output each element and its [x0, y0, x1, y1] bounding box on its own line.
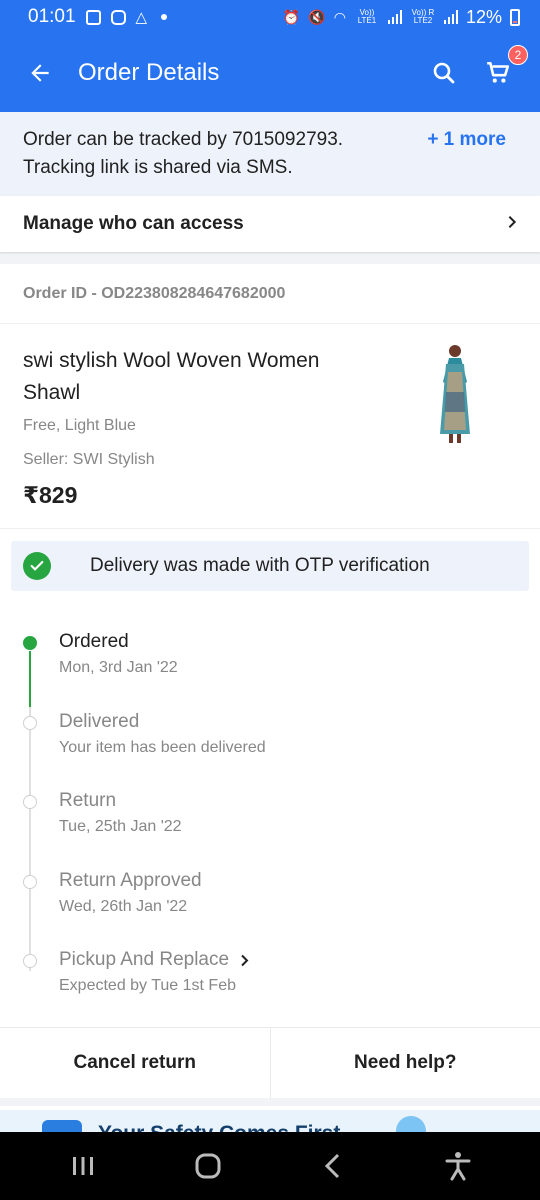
status-time: 01:01 [28, 6, 76, 27]
search-icon [433, 62, 455, 84]
chevron-right-icon [241, 954, 249, 966]
battery-icon [510, 8, 520, 26]
battery-percent: 12% [465, 6, 502, 27]
tracking-message: Order can be tracked by 7015092793. Trac… [23, 129, 344, 178]
safety-banner[interactable]: Your Safety Comes First [0, 1106, 540, 1132]
back-button[interactable] [0, 34, 80, 112]
need-help-button[interactable]: Need help? [269, 1028, 540, 1098]
app-bar: Order Details 2 [0, 34, 540, 112]
step-subtitle: Tue, 25th Jan '22 [59, 818, 182, 835]
product-summary[interactable]: swi stylish Wool Woven Women Shawl Free,… [0, 324, 540, 529]
step-subtitle: Your item has been delivered [59, 738, 266, 756]
order-timeline: Ordered Mon, 3rd Jan '22 Delivered Your … [0, 591, 540, 1027]
order-actions: Cancel return Need help? [0, 1027, 540, 1098]
page-title: Order Details [78, 59, 220, 86]
more-contacts-link[interactable]: + 1 more [427, 126, 518, 196]
mute-icon: 🔇 [308, 8, 326, 25]
manage-access-label: Manage who can access [23, 213, 244, 234]
product-image [440, 345, 470, 443]
network-1-label: Vo)) LTE1 [357, 8, 377, 25]
step-title: Delivered [59, 710, 140, 732]
chevron-left-icon [324, 1153, 339, 1179]
step-subtitle: Mon, 3rd Jan '22 [59, 659, 178, 676]
product-name: swi stylish Wool Woven Women Shawl [23, 349, 320, 404]
recent-apps-icon [72, 1157, 93, 1175]
step-dot [23, 954, 37, 968]
product-seller: Seller: SWI Stylish [23, 451, 155, 468]
cart-icon [487, 61, 510, 83]
status-bar: 01:01 △ ⏰ 🔇 ◠ Vo)) LTE1 Vo)) R LTE2 12% [0, 0, 540, 34]
step-subtitle: Wed, 26th Jan '22 [59, 897, 188, 915]
order-id: Order ID - OD223808284647682000 [0, 264, 540, 324]
arrow-left-icon [31, 64, 49, 82]
otp-verification-banner: Delivery was made with OTP verification [11, 541, 529, 591]
tracking-banner: Order can be tracked by 7015092793. Trac… [0, 112, 540, 196]
timeline-step: Return Tue, 25th Jan '22 [0, 790, 540, 870]
step-dot [23, 636, 37, 650]
system-back-button[interactable] [303, 1136, 363, 1196]
step-title: Return [59, 790, 117, 811]
timeline-step-pickup[interactable]: Pickup And Replace Expected by Tue 1st F… [0, 949, 540, 1029]
more-notifications-icon [161, 14, 168, 20]
step-dot [23, 874, 37, 889]
timeline-step: Ordered Mon, 3rd Jan '22 [0, 631, 540, 711]
check-circle-icon [23, 552, 51, 580]
step-subtitle: Expected by Tue 1st Feb [59, 977, 236, 994]
step-title: Return Approved [59, 869, 202, 891]
manage-access-row[interactable]: Manage who can access [0, 196, 540, 252]
chevron-right-icon [504, 214, 520, 235]
step-title: Ordered [59, 631, 129, 652]
system-nav-bar [0, 1132, 540, 1200]
step-dot [23, 715, 37, 730]
alarm-icon: ⏰ [282, 8, 301, 25]
timeline-step: Delivered Your item has been delivered [0, 711, 540, 791]
cart-button[interactable]: 2 [482, 45, 528, 89]
accessibility-button[interactable] [428, 1136, 488, 1196]
shield-icon [42, 1120, 82, 1132]
product-price: ₹829 [23, 482, 78, 508]
safety-title: Your Safety Comes First [98, 1122, 340, 1132]
timeline-step: Return Approved Wed, 26th Jan '22 [0, 870, 540, 950]
cancel-return-button[interactable]: Cancel return [0, 1028, 270, 1098]
network-2-label: Vo)) R LTE2 [411, 8, 435, 25]
home-icon [195, 1153, 220, 1179]
drive-notification-icon: △ [135, 9, 148, 26]
step-title: Pickup And Replace [59, 949, 230, 970]
otp-message: Delivery was made with OTP verification [90, 555, 430, 576]
home-button[interactable] [178, 1136, 238, 1196]
signal-1-icon [387, 10, 402, 24]
step-dot [23, 795, 37, 809]
sun-icon [396, 1116, 427, 1132]
gallery-notification-icon [85, 9, 101, 25]
signal-2-icon [443, 10, 458, 24]
wifi-icon: ◠ [333, 8, 346, 25]
accessibility-icon [445, 1152, 470, 1181]
search-button[interactable] [428, 57, 460, 89]
cart-count-badge: 2 [508, 45, 528, 65]
recent-apps-button[interactable] [53, 1136, 113, 1196]
instagram-notification-icon [110, 9, 126, 25]
order-card: Order ID - OD223808284647682000 swi styl… [0, 264, 540, 1098]
